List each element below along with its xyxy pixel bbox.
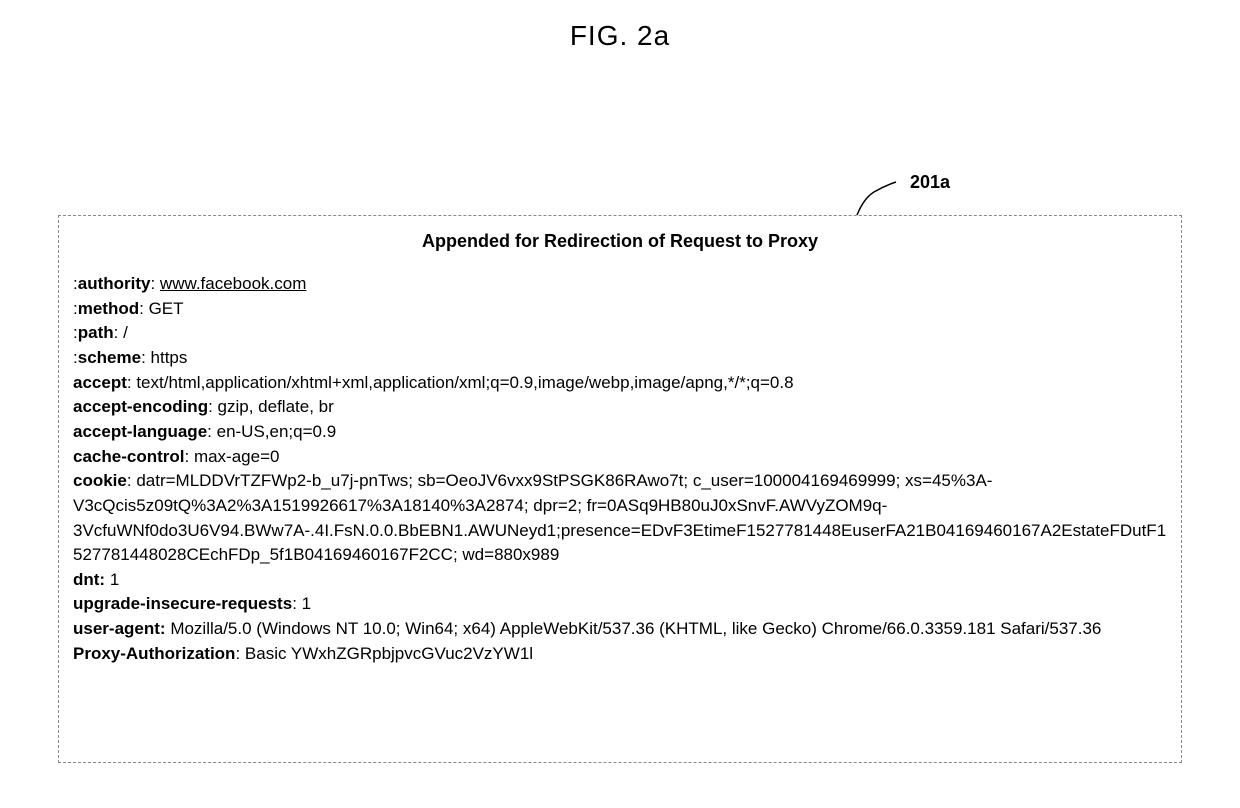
header-dnt: dnt: 1 bbox=[73, 568, 1167, 593]
header-value: en-US,en;q=0.9 bbox=[217, 422, 337, 441]
header-name: method bbox=[78, 299, 139, 318]
leader-line-icon bbox=[854, 178, 904, 218]
header-value: gzip, deflate, br bbox=[218, 397, 334, 416]
header-authority: :authority: www.facebook.com bbox=[73, 272, 1167, 297]
header-upgrade-insecure-requests: upgrade-insecure-requests: 1 bbox=[73, 592, 1167, 617]
header-sep: : bbox=[207, 422, 216, 441]
header-name: accept-language bbox=[73, 422, 207, 441]
header-sep: : bbox=[127, 471, 136, 490]
headers-box: Appended for Redirection of Request to P… bbox=[58, 215, 1182, 763]
header-value: max-age=0 bbox=[194, 447, 280, 466]
header-sep: : bbox=[184, 447, 193, 466]
box-title: Appended for Redirection of Request to P… bbox=[73, 228, 1167, 254]
header-name: authority bbox=[78, 274, 151, 293]
header-sep: : bbox=[114, 323, 123, 342]
header-user-agent: user-agent: Mozilla/5.0 (Windows NT 10.0… bbox=[73, 617, 1167, 642]
header-name: Proxy-Authorization bbox=[73, 644, 235, 663]
header-cache-control: cache-control: max-age=0 bbox=[73, 445, 1167, 470]
figure-title: FIG. 2a bbox=[0, 20, 1240, 52]
header-accept: accept: text/html,application/xhtml+xml,… bbox=[73, 371, 1167, 396]
reference-label: 201a bbox=[910, 172, 950, 193]
header-value: Basic YWxhZGRpbjpvcGVuc2VzYW1l bbox=[245, 644, 533, 663]
header-name: dnt: bbox=[73, 570, 105, 589]
header-sep: : bbox=[150, 274, 159, 293]
header-path: :path: / bbox=[73, 321, 1167, 346]
header-name: accept-encoding bbox=[73, 397, 208, 416]
header-accept-encoding: accept-encoding: gzip, deflate, br bbox=[73, 395, 1167, 420]
header-value: GET bbox=[149, 299, 184, 318]
header-value: text/html,application/xhtml+xml,applicat… bbox=[136, 373, 793, 392]
header-sep: : bbox=[292, 594, 301, 613]
header-name: user-agent: bbox=[73, 619, 166, 638]
header-value: https bbox=[151, 348, 188, 367]
header-name: scheme bbox=[78, 348, 141, 367]
header-proxy-authorization: Proxy-Authorization: Basic YWxhZGRpbjpvc… bbox=[73, 642, 1167, 667]
header-accept-language: accept-language: en-US,en;q=0.9 bbox=[73, 420, 1167, 445]
header-value: datr=MLDDVrTZFWp2-b_u7j-pnTws; sb=OeoJV6… bbox=[73, 471, 1166, 564]
header-sep: : bbox=[208, 397, 217, 416]
header-value: www.facebook.com bbox=[160, 274, 306, 293]
header-value: Mozilla/5.0 (Windows NT 10.0; Win64; x64… bbox=[170, 619, 1101, 638]
header-name: upgrade-insecure-requests bbox=[73, 594, 292, 613]
header-value: 1 bbox=[110, 570, 119, 589]
header-value: 1 bbox=[302, 594, 311, 613]
header-name: cookie bbox=[73, 471, 127, 490]
header-cookie: cookie: datr=MLDDVrTZFWp2-b_u7j-pnTws; s… bbox=[73, 469, 1167, 568]
header-sep: : bbox=[127, 373, 136, 392]
header-method: :method: GET bbox=[73, 297, 1167, 322]
header-name: path bbox=[78, 323, 114, 342]
header-sep: : bbox=[139, 299, 148, 318]
header-sep: : bbox=[235, 644, 244, 663]
header-name: accept bbox=[73, 373, 127, 392]
header-value: / bbox=[123, 323, 128, 342]
header-sep: : bbox=[141, 348, 150, 367]
header-scheme: :scheme: https bbox=[73, 346, 1167, 371]
header-name: cache-control bbox=[73, 447, 184, 466]
